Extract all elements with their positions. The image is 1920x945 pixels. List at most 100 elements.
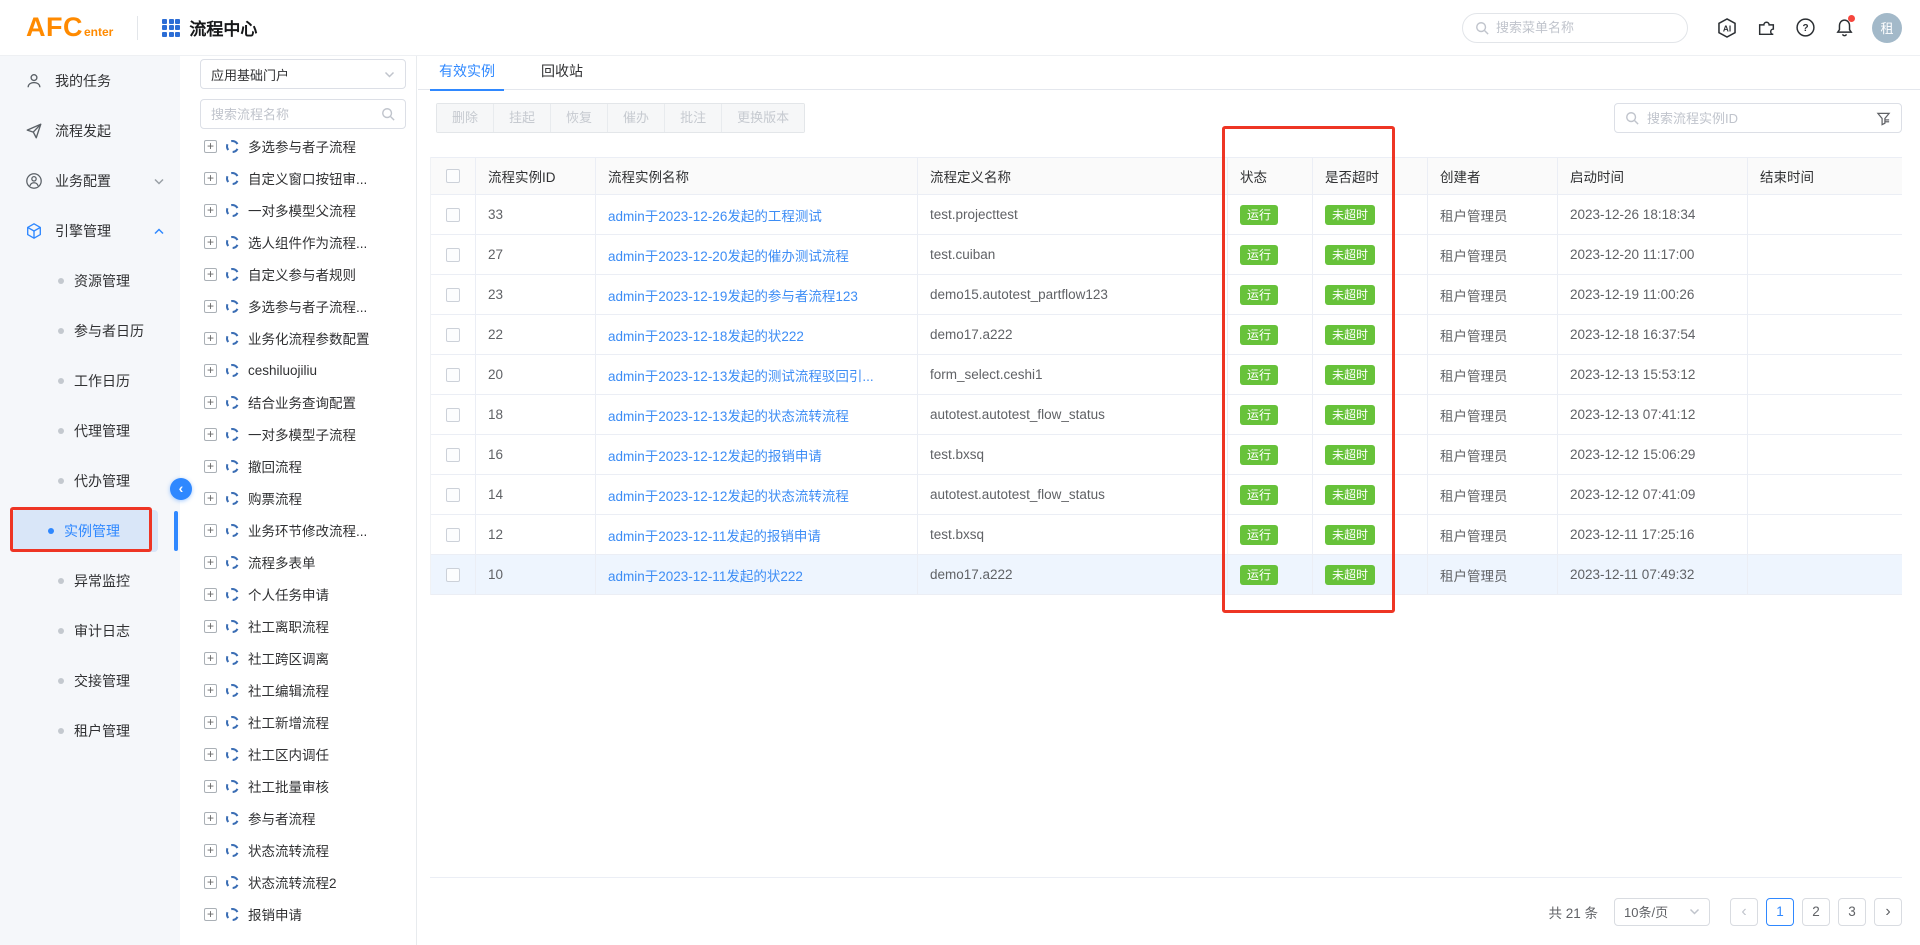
tree-item[interactable]: + 状态流转流程 xyxy=(180,834,416,866)
expand-plus-icon[interactable]: + xyxy=(204,620,217,633)
filter-funnel-icon[interactable] xyxy=(1876,111,1891,126)
tree-item[interactable]: + 业务环节修改流程... xyxy=(180,514,416,546)
row-checkbox[interactable] xyxy=(446,488,460,502)
prev-page-button[interactable]: ‹ xyxy=(1730,898,1758,926)
expand-plus-icon[interactable]: + xyxy=(204,780,217,793)
sidebar-subitem[interactable]: 实例管理 xyxy=(0,506,180,556)
app-select-dropdown[interactable]: 应用基础门户 xyxy=(200,59,406,89)
expand-plus-icon[interactable]: + xyxy=(204,236,217,249)
tree-item[interactable]: + ceshiluojiliu xyxy=(180,354,416,386)
tree-item[interactable]: + 流程多表单 xyxy=(180,546,416,578)
expand-plus-icon[interactable]: + xyxy=(204,652,217,665)
row-checkbox[interactable] xyxy=(446,288,460,302)
instance-name-link[interactable]: admin于2023-12-12发起的报销申请 xyxy=(608,445,822,465)
tree-item[interactable]: + 多选参与者子流程 xyxy=(180,130,416,162)
instance-name-link[interactable]: admin于2023-12-20发起的催办测试流程 xyxy=(608,245,849,265)
expand-plus-icon[interactable]: + xyxy=(204,716,217,729)
row-checkbox[interactable] xyxy=(446,528,460,542)
toolbar-button[interactable]: 恢复 xyxy=(551,104,608,132)
select-all-checkbox[interactable] xyxy=(446,169,460,183)
notification-bell-icon[interactable] xyxy=(1833,17,1855,39)
tree-item[interactable]: + 多选参与者子流程... xyxy=(180,290,416,322)
plugin-puzzle-icon[interactable] xyxy=(1755,17,1777,39)
sidebar-subitem[interactable]: 参与者日历 xyxy=(0,306,180,356)
tab[interactable]: 回收站 xyxy=(538,56,586,90)
expand-plus-icon[interactable]: + xyxy=(204,140,217,153)
row-checkbox[interactable] xyxy=(446,448,460,462)
expand-plus-icon[interactable]: + xyxy=(204,748,217,761)
tree-item[interactable]: + 个人任务申请 xyxy=(180,578,416,610)
instance-search-field[interactable] xyxy=(1647,111,1868,126)
row-checkbox[interactable] xyxy=(446,408,460,422)
sidebar-subitem[interactable]: 工作日历 xyxy=(0,356,180,406)
expand-plus-icon[interactable]: + xyxy=(204,812,217,825)
user-avatar[interactable]: 租 xyxy=(1872,13,1902,43)
tree-item[interactable]: + 社工编辑流程 xyxy=(180,674,416,706)
row-checkbox[interactable] xyxy=(446,368,460,382)
sidebar-subitem[interactable]: 代理管理 xyxy=(0,406,180,456)
expand-plus-icon[interactable]: + xyxy=(204,364,217,377)
tree-item[interactable]: + 自定义参与者规则 xyxy=(180,258,416,290)
tree-item[interactable]: + 选人组件作为流程... xyxy=(180,226,416,258)
expand-plus-icon[interactable]: + xyxy=(204,332,217,345)
instance-name-link[interactable]: admin于2023-12-11发起的状222 xyxy=(608,565,803,585)
sidebar-subitem[interactable]: 代办管理 xyxy=(0,456,180,506)
instance-name-link[interactable]: admin于2023-12-19发起的参与者流程123 xyxy=(608,285,858,305)
instance-name-link[interactable]: admin于2023-12-12发起的状态流转流程 xyxy=(608,485,849,505)
tree-item[interactable]: + 社工新增流程 xyxy=(180,706,416,738)
tree-item[interactable]: + 购票流程 xyxy=(180,482,416,514)
expand-plus-icon[interactable]: + xyxy=(204,684,217,697)
expand-plus-icon[interactable]: + xyxy=(204,844,217,857)
tree-item[interactable]: + 自定义窗口按钮审... xyxy=(180,162,416,194)
expand-plus-icon[interactable]: + xyxy=(204,396,217,409)
instance-name-link[interactable]: admin于2023-12-18发起的状222 xyxy=(608,325,804,345)
page-number-button[interactable]: 2 xyxy=(1802,898,1830,926)
tab[interactable]: 有效实例 xyxy=(436,56,498,90)
tree-item[interactable]: + 结合业务查询配置 xyxy=(180,386,416,418)
instance-name-link[interactable]: admin于2023-12-11发起的报销申请 xyxy=(608,525,821,545)
tree-item[interactable]: + 社工区内调任 xyxy=(180,738,416,770)
tree-item[interactable]: + 一对多模型子流程 xyxy=(180,418,416,450)
tree-item[interactable]: + 社工批量审核 xyxy=(180,770,416,802)
sidebar-item-engine-management[interactable]: 引擎管理 xyxy=(0,206,180,256)
process-search-input[interactable] xyxy=(200,99,406,129)
sidebar-item-business-config[interactable]: 业务配置 xyxy=(0,156,180,206)
expand-plus-icon[interactable]: + xyxy=(204,268,217,281)
tree-item[interactable]: + 报销申请 xyxy=(180,898,416,930)
tree-item[interactable]: + 撤回流程 xyxy=(180,450,416,482)
instance-name-link[interactable]: admin于2023-12-26发起的工程测试 xyxy=(608,205,822,225)
row-checkbox[interactable] xyxy=(446,248,460,262)
toolbar-button[interactable]: 更换版本 xyxy=(722,104,804,132)
help-icon[interactable]: ? xyxy=(1794,17,1816,39)
instance-name-link[interactable]: admin于2023-12-13发起的状态流转流程 xyxy=(608,405,849,425)
expand-plus-icon[interactable]: + xyxy=(204,428,217,441)
tree-item[interactable]: + 参与者流程 xyxy=(180,802,416,834)
sidebar-item-process-start[interactable]: 流程发起 xyxy=(0,106,180,156)
sidebar-subitem[interactable]: 交接管理 xyxy=(0,656,180,706)
expand-plus-icon[interactable]: + xyxy=(204,556,217,569)
toolbar-button[interactable]: 催办 xyxy=(608,104,665,132)
ai-assistant-icon[interactable]: AI xyxy=(1716,17,1738,39)
expand-plus-icon[interactable]: + xyxy=(204,524,217,537)
menu-search-input[interactable] xyxy=(1462,13,1688,43)
expand-plus-icon[interactable]: + xyxy=(204,492,217,505)
toolbar-button[interactable]: 删除 xyxy=(437,104,494,132)
next-page-button[interactable]: › xyxy=(1874,898,1902,926)
page-number-button[interactable]: 3 xyxy=(1838,898,1866,926)
expand-plus-icon[interactable]: + xyxy=(204,908,217,921)
row-checkbox[interactable] xyxy=(446,328,460,342)
row-checkbox[interactable] xyxy=(446,568,460,582)
instance-search-input[interactable] xyxy=(1614,103,1902,133)
menu-search-field[interactable] xyxy=(1496,20,1675,35)
tree-item[interactable]: + 业务化流程参数配置 xyxy=(180,322,416,354)
expand-plus-icon[interactable]: + xyxy=(204,204,217,217)
sidebar-subitem[interactable]: 审计日志 xyxy=(0,606,180,656)
afcenter-logo[interactable]: AFC enter xyxy=(26,12,113,43)
sidebar-collapse-button[interactable]: ‹ xyxy=(170,478,192,500)
row-checkbox[interactable] xyxy=(446,208,460,222)
sidebar-subitem[interactable]: 异常监控 xyxy=(0,556,180,606)
expand-plus-icon[interactable]: + xyxy=(204,172,217,185)
expand-plus-icon[interactable]: + xyxy=(204,876,217,889)
process-search-field[interactable] xyxy=(211,107,381,122)
tree-item[interactable]: + 社工跨区调离 xyxy=(180,642,416,674)
